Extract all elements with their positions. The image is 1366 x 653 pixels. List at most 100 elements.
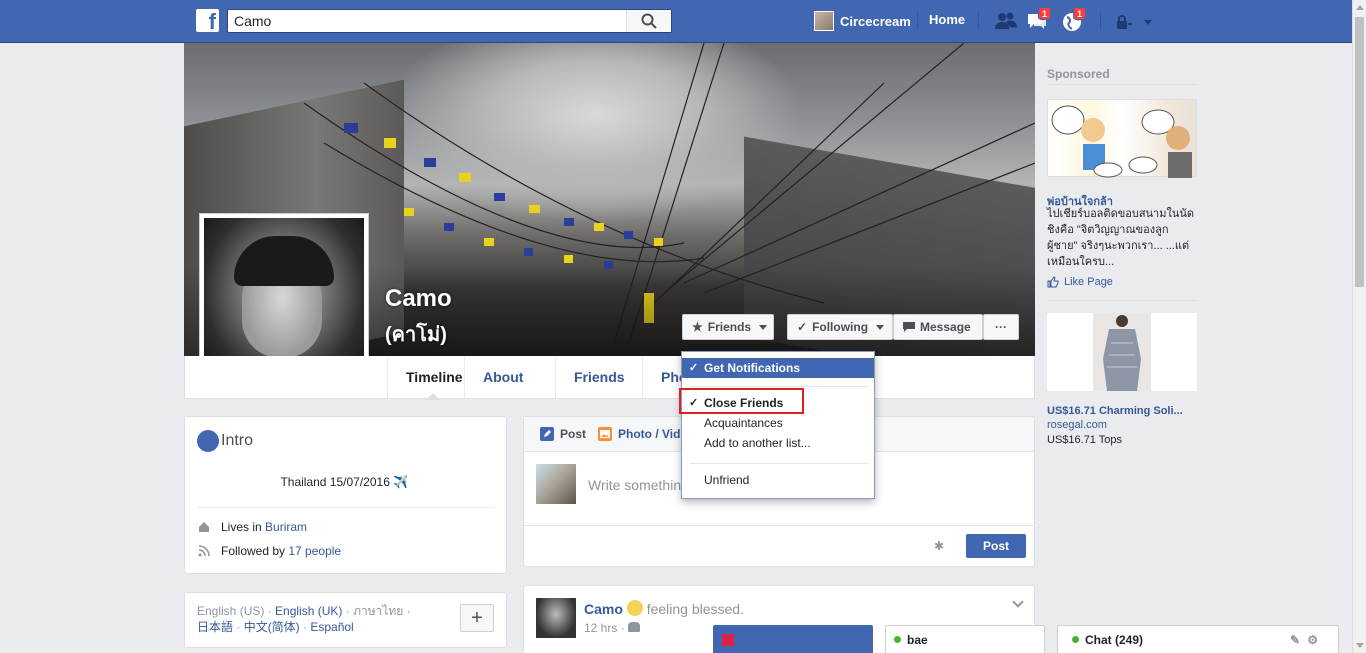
profile-link[interactable]: Circecream bbox=[814, 10, 911, 32]
friends-audience-icon bbox=[628, 622, 641, 632]
menu-item-label: Close Friends bbox=[704, 396, 784, 410]
chevron-down-icon bbox=[876, 324, 885, 330]
composer-avatar bbox=[536, 464, 576, 504]
post-feeling: feeling blessed. bbox=[646, 601, 744, 617]
search-input[interactable] bbox=[228, 10, 618, 32]
friends-button[interactable]: ★ Friends bbox=[682, 314, 774, 340]
lives-in-link[interactable]: Buriram bbox=[265, 520, 307, 534]
menu-item-add-to-list[interactable]: Add to another list... bbox=[682, 433, 874, 453]
ad2-title[interactable]: US$16.71 Charming Soli... bbox=[1047, 405, 1197, 417]
composer-tab-photo-label: Photo / Vide bbox=[618, 427, 688, 441]
chat-tab-conversation[interactable] bbox=[713, 625, 873, 653]
profile-alternate-name: (คาโม่) bbox=[385, 324, 447, 346]
menu-item-label: Acquaintances bbox=[704, 416, 783, 430]
scroll-down-arrow-icon[interactable] bbox=[1356, 643, 1364, 648]
thumbs-up-icon bbox=[1047, 276, 1059, 288]
composer-tab-photo[interactable]: Photo / Vide bbox=[598, 427, 687, 441]
ad2-domain[interactable]: rosegal.com bbox=[1047, 419, 1107, 431]
user-name: Circecream bbox=[840, 13, 911, 29]
profile-name[interactable]: Camo bbox=[385, 285, 452, 313]
post-author-avatar[interactable] bbox=[536, 598, 576, 638]
ad1-body: ไปเชียร์บอลติดขอบสนามในนัดชิงคือ "จิตวิญ… bbox=[1047, 208, 1195, 268]
check-icon: ✓ bbox=[689, 362, 699, 374]
followers-link[interactable]: 17 people bbox=[288, 544, 341, 558]
menu-item-unfriend[interactable]: Unfriend bbox=[682, 470, 874, 490]
composer-tab-post[interactable]: Post bbox=[540, 427, 586, 441]
lang-english-uk[interactable]: English (UK) bbox=[275, 604, 342, 618]
search-icon bbox=[641, 13, 657, 29]
right-divider bbox=[1047, 84, 1197, 85]
post-meta: 12 hrs · bbox=[584, 621, 641, 635]
intro-card: Intro Thailand 15/07/2016 ✈️ Lives in Bu… bbox=[184, 416, 507, 574]
nav-divider bbox=[917, 12, 918, 30]
friends-dropdown-menu: ✓ Get Notifications ✓ Close Friends Acqu… bbox=[681, 351, 875, 499]
lang-japanese[interactable]: 日本語 bbox=[197, 620, 233, 634]
messages-button[interactable]: 1 bbox=[1026, 7, 1052, 33]
messages-badge: 1 bbox=[1038, 7, 1052, 20]
ad2-body: US$16.71 Tops bbox=[1047, 434, 1123, 446]
more-options-button[interactable]: ··· bbox=[983, 314, 1019, 340]
more-icon: ··· bbox=[995, 320, 1007, 334]
chevron-down-icon[interactable] bbox=[1012, 596, 1024, 608]
chat-tab-icon bbox=[722, 633, 734, 646]
menu-item-label: Add to another list... bbox=[704, 436, 811, 450]
menu-item-get-notifications[interactable]: ✓ Get Notifications bbox=[682, 358, 874, 378]
notifications-button[interactable]: 1 bbox=[1061, 7, 1087, 33]
pencil-icon bbox=[540, 427, 554, 441]
composer-input[interactable]: Write somethin bbox=[588, 477, 681, 493]
lang-english-us[interactable]: English (US) bbox=[197, 604, 264, 618]
gear-icon[interactable]: ⚙ bbox=[1307, 633, 1318, 647]
chevron-down-icon bbox=[1144, 19, 1152, 25]
chat-tab-bae[interactable]: bae bbox=[885, 625, 1045, 653]
message-button[interactable]: Message bbox=[893, 314, 983, 340]
menu-divider bbox=[690, 386, 868, 387]
right-divider bbox=[1047, 300, 1197, 301]
chat-sidebar-toggle[interactable]: Chat (249) ✎ ⚙ bbox=[1057, 625, 1339, 653]
post-time[interactable]: 12 hrs · bbox=[584, 621, 625, 635]
friends-button-label: Friends bbox=[707, 320, 752, 334]
language-links: English (US) · English (UK) · ภาษาไทย · … bbox=[197, 604, 411, 634]
lang-thai[interactable]: ภาษาไทย bbox=[353, 604, 403, 618]
privacy-shortcuts-button[interactable] bbox=[1115, 11, 1159, 33]
compose-icon[interactable]: ✎ bbox=[1290, 633, 1300, 647]
tab-about[interactable]: About bbox=[464, 356, 541, 398]
menu-item-close-friends[interactable]: ✓ Close Friends bbox=[682, 393, 874, 413]
rss-icon bbox=[198, 545, 210, 557]
following-button-label: Following bbox=[812, 320, 869, 334]
menu-item-acquaintances[interactable]: Acquaintances bbox=[682, 413, 874, 433]
home-link[interactable]: Home bbox=[929, 12, 965, 27]
add-language-button[interactable]: + bbox=[460, 604, 494, 632]
tab-friends[interactable]: Friends bbox=[555, 356, 643, 398]
globe-icon bbox=[197, 430, 219, 452]
facebook-logo[interactable]: f bbox=[196, 9, 219, 32]
lang-chinese[interactable]: 中文(简体) bbox=[244, 620, 300, 634]
lang-spanish[interactable]: Español bbox=[310, 620, 353, 634]
search-button[interactable] bbox=[626, 10, 671, 32]
scrollbar-thumb[interactable] bbox=[1355, 17, 1364, 287]
following-button[interactable]: ✓ Following bbox=[787, 314, 893, 340]
post-header: Camo feeling blessed. bbox=[584, 600, 744, 617]
intro-bio: Thailand 15/07/2016 ✈️ bbox=[280, 475, 411, 489]
lives-in-prefix: Lives in bbox=[221, 520, 266, 534]
language-card: English (US) · English (UK) · ภาษาไทย · … bbox=[184, 592, 507, 648]
friend-requests-button[interactable] bbox=[994, 11, 1018, 33]
ad-image-comic[interactable] bbox=[1047, 99, 1197, 178]
top-navigation-bar: f Circecream Home 1 1 bbox=[0, 0, 1352, 43]
followed-by-prefix: Followed by bbox=[221, 544, 289, 558]
check-icon: ✓ bbox=[797, 320, 808, 334]
lives-in-row: Lives in Buriram bbox=[221, 520, 307, 534]
scroll-up-arrow-icon[interactable] bbox=[1356, 5, 1364, 10]
page-scrollbar[interactable] bbox=[1352, 0, 1366, 653]
profile-tabs: Timeline About Friends Pho bbox=[184, 356, 1035, 399]
profile-photo bbox=[204, 218, 364, 378]
settings-icon[interactable]: ✱ bbox=[934, 539, 946, 553]
post-author-name[interactable]: Camo bbox=[584, 601, 623, 617]
home-icon bbox=[199, 522, 209, 532]
post-button[interactable]: Post bbox=[966, 534, 1026, 558]
ad-image-product[interactable] bbox=[1047, 313, 1197, 391]
lock-icon bbox=[1117, 15, 1132, 29]
chat-main-label: Chat (249) bbox=[1085, 632, 1144, 647]
search-box bbox=[227, 9, 672, 33]
followed-by-row: Followed by 17 people bbox=[221, 544, 341, 558]
like-page-button[interactable]: Like Page bbox=[1047, 276, 1113, 288]
